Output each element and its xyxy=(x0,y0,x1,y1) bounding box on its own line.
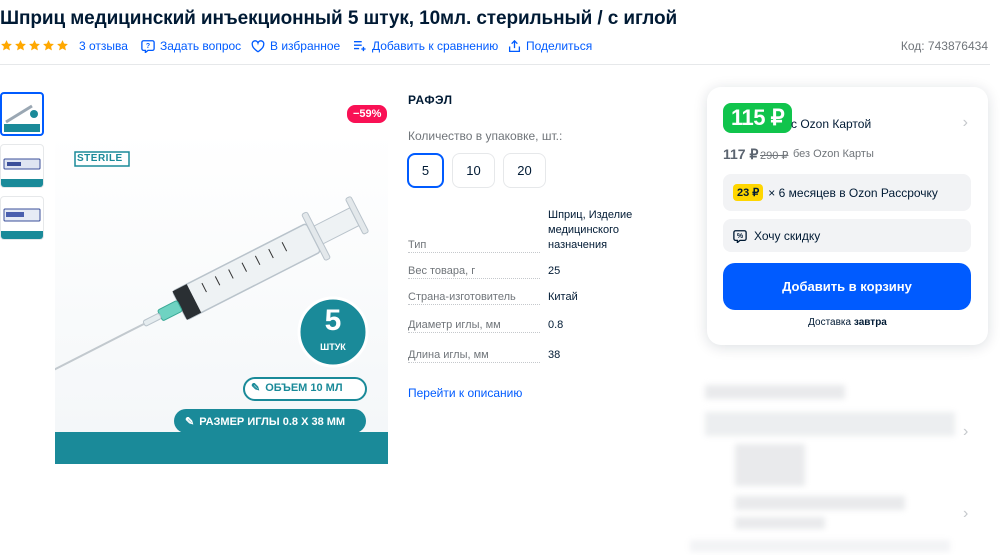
thumbnail-3[interactable] xyxy=(0,196,44,240)
add-to-cart-button[interactable]: Добавить в корзину xyxy=(723,263,971,310)
qty-option-10[interactable]: 10 xyxy=(452,153,495,188)
old-price: 290 ₽ xyxy=(760,150,789,162)
blurred-seller-info xyxy=(690,540,950,552)
spec-value: Шприц, Изделие медицинского назначения xyxy=(548,209,633,251)
reviews-label: 3 отзыва xyxy=(79,39,128,53)
delivery-prefix: Доставка xyxy=(808,317,852,328)
regular-price: 117 ₽ xyxy=(723,146,759,162)
syringe-thumb-icon xyxy=(4,104,40,132)
spec-value: 38 xyxy=(548,349,561,361)
syringe-small-icon: ✎ xyxy=(251,382,261,394)
spec-row: Вес товара, г 25 xyxy=(408,253,638,279)
star-icon xyxy=(29,40,40,51)
ask-question-label: Задать вопрос xyxy=(160,39,242,53)
qty-options: 5 10 20 xyxy=(407,153,546,188)
package-thumb-icon xyxy=(1,208,43,239)
go-to-description-link[interactable]: Перейти к описанию xyxy=(408,386,522,400)
thumbnail-list xyxy=(0,92,44,248)
spec-key: Тип xyxy=(408,239,540,253)
installment-text: × 6 месяцев в Ozon Рассрочку xyxy=(768,185,938,200)
price-card: 115 ₽ с Ozon Картой › 117 ₽ 290 ₽ без Oz… xyxy=(707,87,988,345)
needle-size-text: РАЗМЕР ИГЛЫ 0.8 Х 38 ММ xyxy=(199,415,346,428)
chevron-right-icon[interactable]: › xyxy=(963,114,968,132)
reviews-link[interactable]: 3 отзыва xyxy=(79,39,128,53)
compare-button[interactable]: Добавить к сравнению xyxy=(353,39,498,53)
star-icon xyxy=(1,40,12,51)
volume-text: ОБЪЕМ 10 МЛ xyxy=(265,381,343,394)
package-thumb-icon xyxy=(1,158,43,187)
syringe-small-icon: ✎ xyxy=(185,416,195,428)
favorite-label: В избранное xyxy=(270,39,341,53)
ozon-card-price: 115 ₽ xyxy=(723,103,793,133)
delivery-info: Доставка завтра xyxy=(707,317,988,328)
blurred-seller-name xyxy=(705,385,845,399)
blurred-seller-info xyxy=(735,517,825,529)
spec-key: Длина иглы, мм xyxy=(408,349,540,363)
main-product-image[interactable]: STERILE 5 ШТУК ✎ ОБЪЕМ 10 МЛ ✎ РАЗМЕР ИГ… xyxy=(55,132,388,464)
header-divider xyxy=(0,64,990,65)
thumbnail-2[interactable] xyxy=(0,144,44,188)
delivery-day: завтра xyxy=(853,317,887,328)
want-discount-row[interactable]: % Хочу скидку xyxy=(723,219,971,252)
spec-row: Диаметр иглы, мм 0.8 xyxy=(408,305,638,333)
blurred-seller-info xyxy=(735,444,805,486)
blurred-seller-info xyxy=(735,496,905,510)
ozon-card-note: с Ozon Картой xyxy=(791,117,872,131)
rating-stars[interactable] xyxy=(0,39,69,52)
product-title: Шприц медицинский инъекционный 5 штук, 1… xyxy=(0,8,678,29)
compare-label: Добавить к сравнению xyxy=(372,39,499,53)
spec-key: Вес товара, г xyxy=(408,265,540,279)
sterile-label: STERILE xyxy=(77,153,123,164)
qty-option-5[interactable]: 5 xyxy=(407,153,444,188)
question-bubble-icon: ? xyxy=(141,40,155,53)
count-number: 5 xyxy=(324,304,342,337)
compare-icon xyxy=(354,41,366,52)
ask-question-button[interactable]: ? Задать вопрос xyxy=(141,39,241,53)
spec-value: 0.8 xyxy=(548,319,564,331)
svg-text:?: ? xyxy=(146,43,150,50)
favorite-button[interactable]: В избранное xyxy=(251,39,340,53)
brand-name[interactable]: РАФЭЛ xyxy=(408,93,453,107)
product-code: Код: 743876434 xyxy=(900,39,988,53)
volume-label: ✎ ОБЪЕМ 10 МЛ xyxy=(251,381,343,395)
share-label: Поделиться xyxy=(526,39,593,53)
spec-value: Китай xyxy=(548,291,578,303)
count-unit: ШТУК xyxy=(320,342,346,352)
star-icon xyxy=(15,40,26,51)
spec-row: Тип Шприц, Изделие медицинского назначен… xyxy=(408,207,638,253)
heart-icon xyxy=(251,39,265,53)
blurred-seller-row xyxy=(705,412,955,436)
share-button[interactable]: Поделиться xyxy=(508,39,592,53)
installment-row[interactable]: 23 ₽ × 6 месяцев в Ozon Рассрочку xyxy=(723,174,971,211)
discount-bubble-icon: % xyxy=(733,229,747,243)
thumbnail-1[interactable] xyxy=(0,92,44,136)
regular-price-note: без Ozon Карты xyxy=(793,148,874,160)
chevron-right-icon[interactable]: › xyxy=(963,423,968,441)
spec-row: Длина иглы, мм 38 xyxy=(408,333,638,363)
svg-text:%: % xyxy=(737,233,744,240)
spec-key: Страна-изготовитель xyxy=(408,291,540,305)
chevron-right-icon[interactable]: › xyxy=(963,505,968,523)
discount-badge: −59% xyxy=(347,105,388,123)
needle-size-label: ✎ РАЗМЕР ИГЛЫ 0.8 Х 38 ММ xyxy=(185,415,346,429)
spec-key: Диаметр иглы, мм xyxy=(408,319,540,333)
share-icon xyxy=(508,39,521,52)
installment-badge: 23 ₽ xyxy=(733,184,764,201)
spec-value: 25 xyxy=(548,265,561,277)
spec-row: Страна-изготовитель Китай xyxy=(408,279,638,305)
qty-option-20[interactable]: 20 xyxy=(503,153,546,188)
star-icon xyxy=(57,40,68,51)
want-discount-label: Хочу скидку xyxy=(754,228,821,243)
qty-label: Количество в упаковке, шт.: xyxy=(408,129,563,143)
product-meta-row: 3 отзыва ? Задать вопрос В избранное Доб… xyxy=(0,39,1000,57)
star-icon xyxy=(43,40,54,51)
